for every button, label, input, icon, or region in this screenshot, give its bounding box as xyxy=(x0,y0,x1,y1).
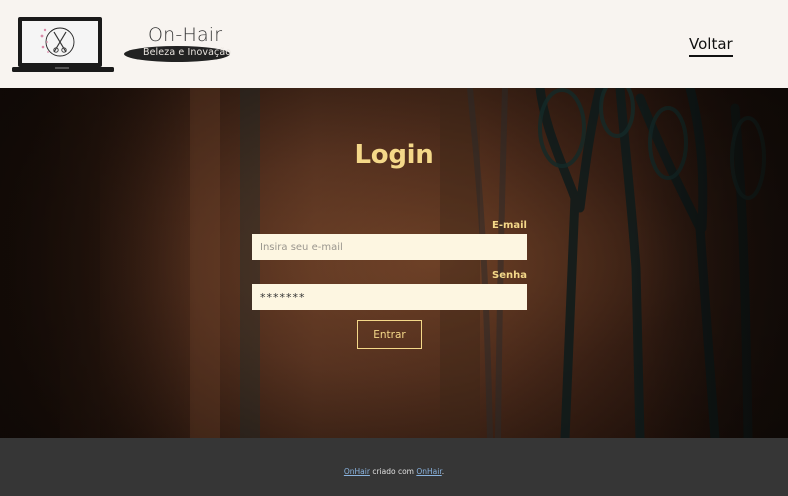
site-footer: OnHair criado com OnHair. xyxy=(0,438,788,496)
site-header: On-Hair Beleza e Inovação Voltar xyxy=(0,0,788,88)
submit-button[interactable]: Entrar xyxy=(357,320,422,349)
password-input[interactable] xyxy=(252,284,527,310)
footer-link-onhair[interactable]: OnHair xyxy=(344,467,370,476)
brand-name: On-Hair xyxy=(148,24,223,46)
footer-end-text: . xyxy=(441,467,445,476)
email-label: E-mail xyxy=(491,220,527,231)
back-link[interactable]: Voltar xyxy=(689,35,733,57)
footer-link-onhair-2[interactable]: OnHair xyxy=(416,467,441,476)
email-input[interactable] xyxy=(252,234,527,260)
laptop-logo-icon[interactable] xyxy=(12,14,116,76)
password-label: Senha xyxy=(492,270,527,281)
brand-tagline: Beleza e Inovação xyxy=(143,47,232,58)
login-title: Login xyxy=(354,140,434,170)
login-section: Login E-mail Senha Entrar xyxy=(0,88,788,438)
footer-credits: OnHair criado com OnHair. xyxy=(0,467,788,476)
footer-middle-text: criado com xyxy=(369,467,417,476)
